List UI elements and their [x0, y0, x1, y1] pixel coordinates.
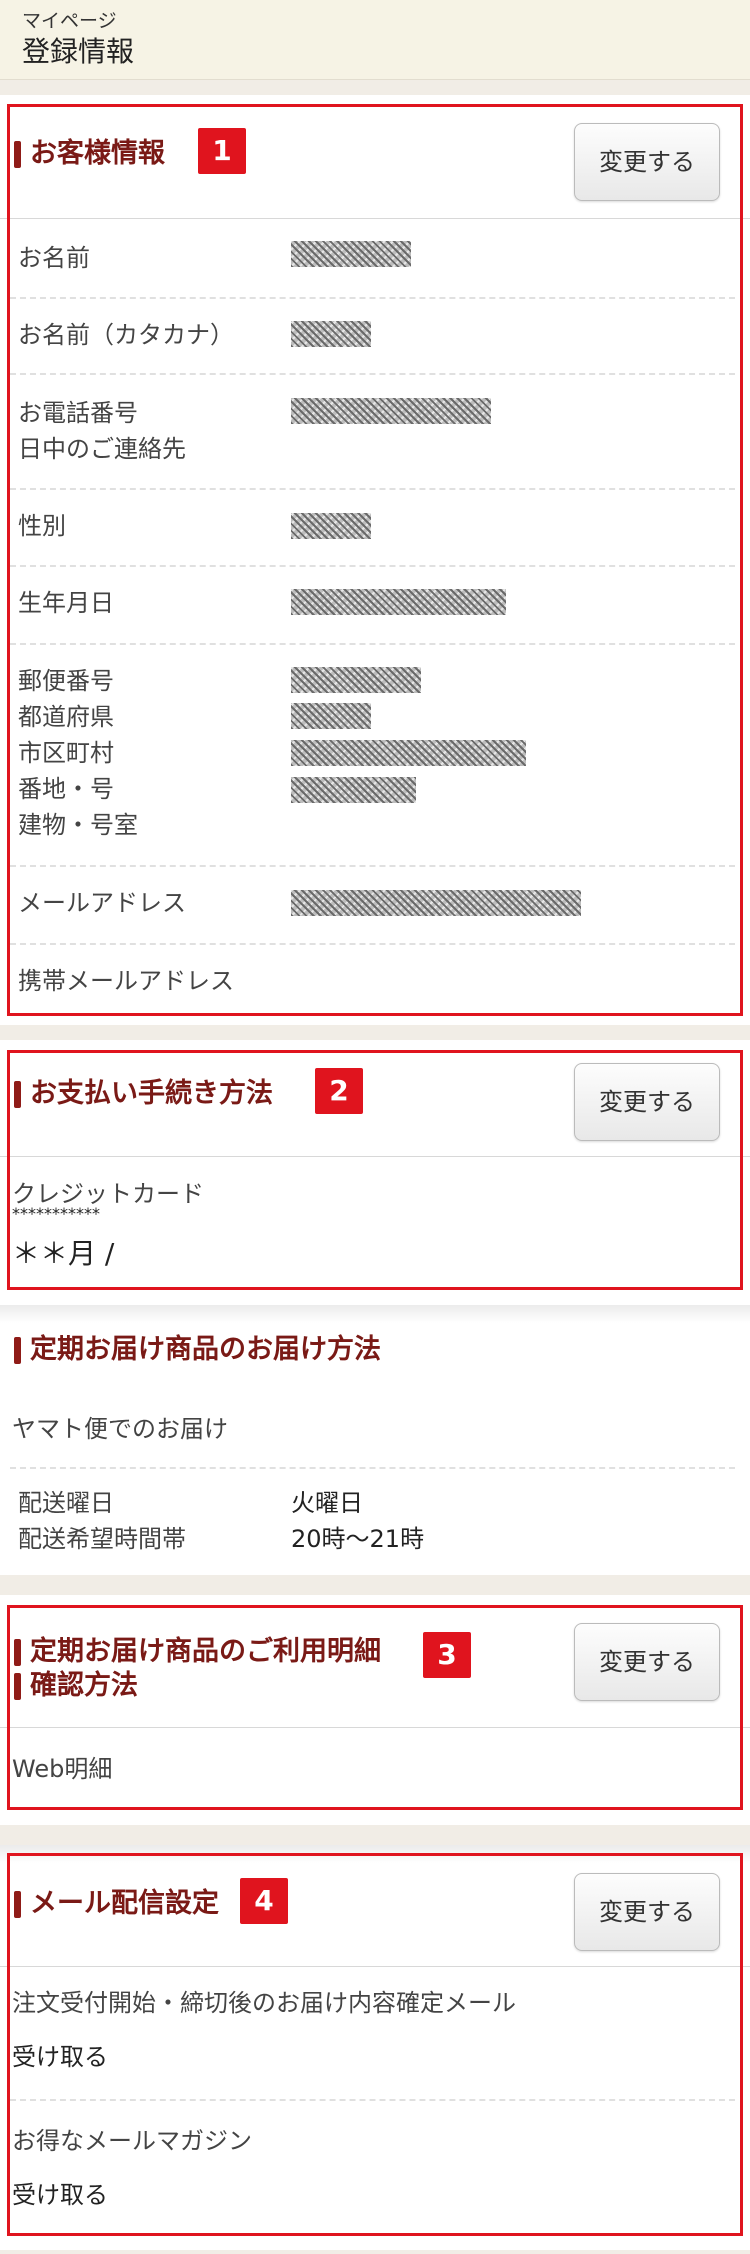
delivery-time-value: 20時〜21時: [291, 1525, 425, 1553]
delivery-card: 定期お届け商品のお届け方法 ヤマト便でのお届け 配送曜日 火曜日 配送希望時間帯…: [0, 1305, 750, 1575]
breadcrumb: マイページ: [22, 10, 117, 32]
delivery-day-value: 火曜日: [291, 1489, 363, 1517]
delivery-day-label: 配送曜日: [18, 1489, 114, 1517]
page-header: マイページ 登録情報: [0, 0, 750, 80]
highlight-box-2: [7, 1050, 743, 1290]
delivery-title: 定期お届け商品のお届け方法: [10, 1333, 381, 1367]
delivery-time-label: 配送希望時間帯: [18, 1525, 186, 1553]
highlight-box-1: [7, 104, 743, 1016]
highlight-box-4: [7, 1853, 743, 2236]
page-title: 登録情報: [22, 35, 135, 68]
delivery-method: ヤマト便でのお届け: [12, 1415, 228, 1443]
highlight-box-3: [7, 1605, 743, 1810]
